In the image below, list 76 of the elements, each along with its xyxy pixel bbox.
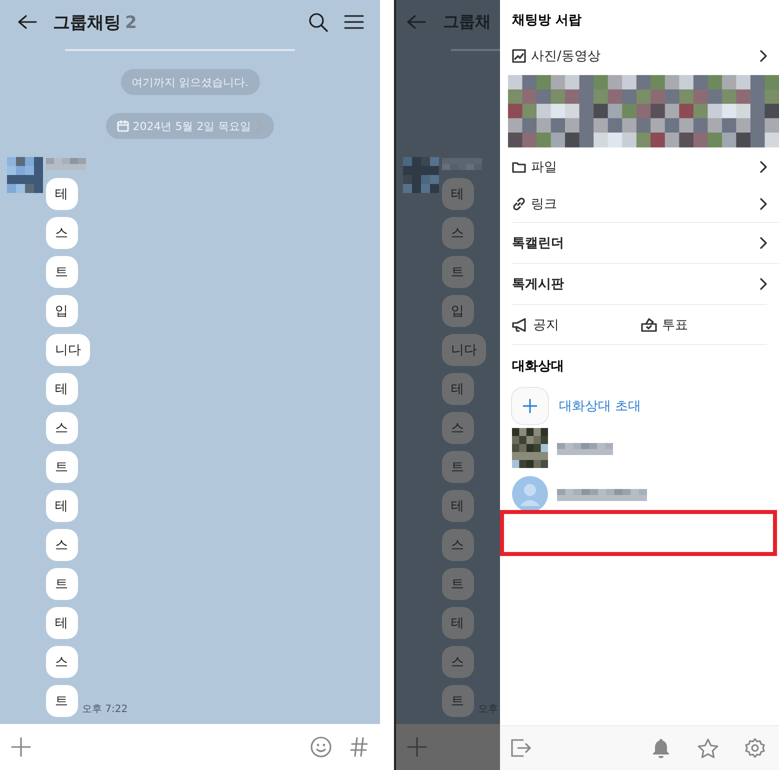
- message-bubble: 트: [442, 451, 474, 483]
- gear-icon[interactable]: [745, 738, 765, 758]
- image-icon: [512, 48, 526, 62]
- message-bubble: 테: [442, 178, 474, 210]
- message-bubble: 트: [46, 568, 78, 600]
- message-bubble: 테: [46, 490, 78, 522]
- chat-title: 그룹채: [443, 12, 491, 32]
- invite-button[interactable]: 대화상대 초대: [511, 387, 779, 425]
- plus-icon[interactable]: [407, 737, 427, 757]
- message-bubble: 트: [46, 685, 78, 717]
- bell-icon[interactable]: [651, 738, 671, 758]
- exit-icon[interactable]: [511, 739, 531, 757]
- drawer-item[interactable]: 파일: [500, 148, 779, 185]
- message-bubble: 스: [46, 646, 78, 678]
- drawer-item[interactable]: 톡캘린더: [512, 222, 779, 263]
- section-title: 대화상대: [511, 358, 565, 376]
- drawer-button[interactable]: 투표: [641, 316, 688, 334]
- message-bubble: 스: [442, 529, 474, 561]
- date-text: 2024년 5월 2일 목요일: [132, 118, 252, 134]
- message-bubble: 입: [46, 295, 78, 327]
- sender-avatar: [403, 157, 439, 193]
- drawer-item[interactable]: 링크: [500, 185, 779, 222]
- ballot-box-icon: [641, 318, 657, 332]
- blurred-name: [46, 158, 86, 170]
- message-time: 오후 7:22: [82, 703, 128, 716]
- plus-icon[interactable]: [11, 737, 31, 757]
- message-bubble: 테: [46, 373, 78, 405]
- chevron-icon: [759, 278, 767, 290]
- blurred-name: [557, 442, 613, 454]
- message-bubble: 니다: [46, 334, 90, 366]
- folder-icon: [512, 160, 526, 172]
- message-bubble: 테: [46, 178, 78, 210]
- message-bubble: 트: [46, 451, 78, 483]
- chevron-icon: [759, 50, 767, 62]
- drawer-button[interactable]: 공지: [512, 316, 559, 334]
- scroll-indicator: [451, 49, 500, 51]
- message-bubble: 트: [442, 568, 474, 600]
- message-bubble: 스: [442, 217, 474, 249]
- message-bubble: 트: [442, 685, 474, 717]
- message-bubble: 테: [442, 490, 474, 522]
- message-bubble: 테: [46, 607, 78, 639]
- message-bubble: 스: [46, 529, 78, 561]
- chat-title: 그룹채팅: [53, 12, 121, 34]
- megaphone-icon: [512, 318, 528, 332]
- chevron-icon: [255, 120, 264, 132]
- chevron-icon: [759, 160, 767, 172]
- link-icon: [512, 196, 526, 210]
- member-avatar: [512, 476, 548, 512]
- message-bubble: 입: [442, 295, 474, 327]
- sender-avatar: [7, 157, 43, 193]
- chevron-icon: [759, 237, 767, 249]
- calendar-icon: [116, 120, 129, 132]
- drawer-item[interactable]: 톡게시판: [512, 263, 779, 304]
- message-bubble: 테: [442, 373, 474, 405]
- message-bubble: 트: [442, 256, 474, 288]
- emoji-icon[interactable]: [310, 736, 332, 758]
- member-avatar: [512, 428, 548, 468]
- message-bubble: 스: [46, 412, 78, 444]
- hash-icon[interactable]: [350, 737, 368, 757]
- message-bubble: 테: [442, 607, 474, 639]
- drawer-item[interactable]: 사진/동영상: [500, 37, 779, 74]
- message-bubble: 스: [442, 412, 474, 444]
- message-bubble: 스: [442, 646, 474, 678]
- back-arrow-icon[interactable]: [17, 14, 37, 30]
- member-count: 2: [125, 12, 137, 32]
- drawer-title: 채팅방 서랍: [511, 12, 583, 30]
- message-bubble: 니다: [442, 334, 486, 366]
- search-icon[interactable]: [308, 12, 328, 32]
- read-marker: 여기까지 읽으셨습니다.: [120, 69, 260, 95]
- message-bubble: 스: [46, 217, 78, 249]
- chevron-icon: [759, 198, 767, 210]
- blurred-name: [442, 158, 482, 170]
- menu-icon[interactable]: [344, 14, 364, 30]
- message-bubble: 트: [46, 256, 78, 288]
- plus-icon: [523, 399, 537, 413]
- star-icon[interactable]: [697, 738, 719, 758]
